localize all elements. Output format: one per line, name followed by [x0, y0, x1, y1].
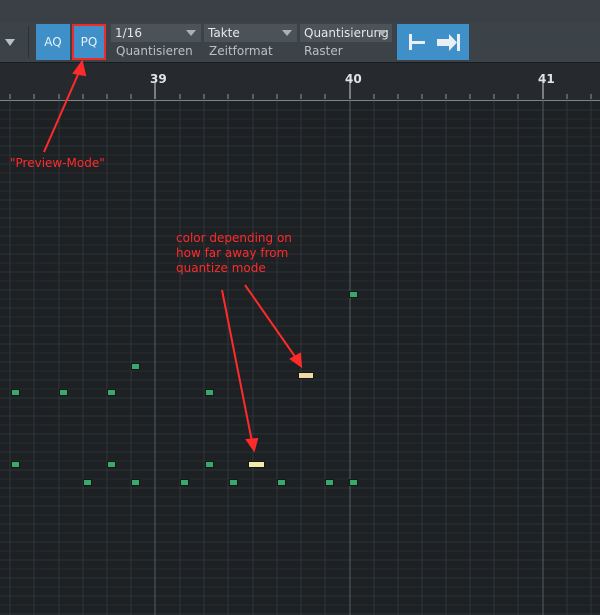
toolbar: AQ PQ 1/16 Quantisieren Takte Zeitformat…	[0, 22, 600, 63]
quantize-select[interactable]: 1/16	[111, 24, 201, 42]
midi-note[interactable]	[131, 363, 140, 370]
midi-note[interactable]	[349, 479, 358, 486]
midi-note[interactable]	[229, 479, 238, 486]
midi-note-preview[interactable]	[248, 461, 265, 468]
midi-note[interactable]	[277, 479, 286, 486]
color-annotation-line-1: color depending on	[176, 231, 292, 245]
midi-note[interactable]	[180, 479, 189, 486]
midi-note[interactable]	[11, 389, 20, 396]
toolbar-collapse-icon[interactable]	[5, 39, 15, 46]
chevron-down-icon	[186, 30, 196, 36]
snap-tool-group	[397, 24, 469, 60]
snap-arrow-icon[interactable]	[437, 34, 460, 51]
quantize-value: 1/16	[115, 26, 142, 40]
ruler-ticks	[9, 83, 592, 99]
midi-note[interactable]	[83, 479, 92, 486]
note-editor-grid[interactable]	[0, 101, 600, 615]
color-annotation-line-2: how far away from	[176, 246, 289, 260]
chevron-down-icon	[377, 30, 387, 36]
midi-note[interactable]	[349, 291, 358, 298]
midi-note-preview[interactable]	[298, 372, 314, 379]
snap-start-icon[interactable]	[409, 34, 425, 50]
divider	[28, 26, 29, 58]
midi-note[interactable]	[131, 479, 140, 486]
top-strip	[0, 0, 600, 23]
midi-note[interactable]	[107, 389, 116, 396]
midi-note[interactable]	[325, 479, 334, 486]
quantize-label: Quantisieren	[116, 44, 193, 58]
bar-number-40: 40	[345, 72, 362, 86]
midi-note[interactable]	[205, 389, 214, 396]
color-annotation-line-3: quantize mode	[176, 261, 266, 275]
preview-quantize-button[interactable]: PQ	[72, 24, 106, 60]
timeformat-value: Takte	[208, 26, 240, 40]
midi-note[interactable]	[11, 461, 20, 468]
midi-note[interactable]	[59, 389, 68, 396]
raster-label: Raster	[304, 44, 343, 58]
midi-note[interactable]	[205, 461, 214, 468]
timeformat-select[interactable]: Takte	[204, 24, 297, 42]
midi-note[interactable]	[107, 461, 116, 468]
grid-lines	[0, 101, 600, 615]
raster-select[interactable]: Quantisierung	[300, 24, 392, 42]
preview-mode-annotation: "Preview-Mode"	[10, 156, 105, 170]
bar-number-41: 41	[538, 72, 555, 86]
bar-number-39: 39	[150, 72, 167, 86]
auto-quantize-button[interactable]: AQ	[36, 24, 70, 60]
timeformat-label: Zeitformat	[209, 44, 273, 58]
timeline-ruler[interactable]	[0, 63, 600, 101]
chevron-down-icon	[282, 30, 292, 36]
